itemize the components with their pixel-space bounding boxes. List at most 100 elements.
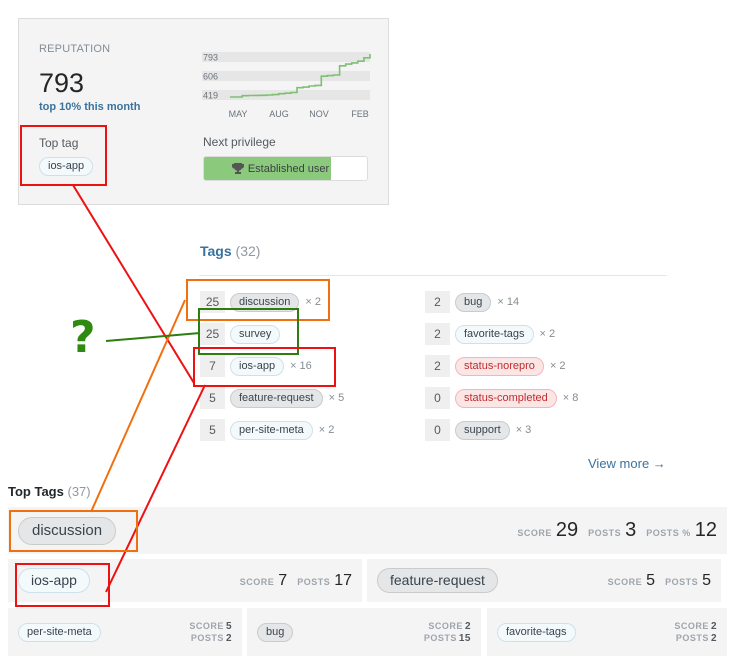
top-tag-pill[interactable]: ios-app: [18, 568, 90, 593]
tag-score: 25: [200, 291, 225, 313]
tag-score: 2: [425, 323, 450, 345]
tags-title-text: Tags: [200, 243, 232, 259]
tag-row: 2 status-norepro × 2: [425, 355, 566, 377]
tag-row: 5 per-site-meta × 2: [200, 419, 334, 441]
tags-section-title[interactable]: Tags (32): [200, 243, 260, 259]
tag-pill-per-site-meta[interactable]: per-site-meta: [230, 420, 313, 440]
tag-row: 5 feature-request × 5: [200, 387, 344, 409]
tag-pill-bug[interactable]: bug: [455, 292, 492, 312]
posts-label: POSTS: [665, 576, 699, 587]
score-stat: SCORE 2: [674, 621, 717, 632]
top-tag-pill[interactable]: ios-app: [39, 157, 94, 176]
top-tag-label: Top tag: [39, 136, 79, 150]
tag-pill-discussion[interactable]: discussion: [230, 292, 300, 312]
chart-x-tick: MAY: [229, 109, 248, 119]
score-value: 2: [464, 620, 471, 632]
tag-pill-status-completed[interactable]: status-completed: [455, 388, 557, 408]
chart-y-tick: 419: [203, 91, 218, 101]
top-tag-pill[interactable]: bug: [257, 622, 294, 642]
tag-score: 25: [200, 323, 225, 345]
posts-value: 15: [458, 632, 471, 644]
top-tags-count: (37): [67, 484, 91, 499]
top-tag-card-discussion: discussion SCORE 29 POSTS 3 POSTS % 12: [8, 507, 727, 554]
top-tag-pill[interactable]: per-site-meta: [18, 622, 101, 642]
reputation-rank[interactable]: top 10% this month: [39, 101, 140, 113]
score-value: 5: [646, 571, 656, 589]
next-privilege-label: Next privilege: [203, 135, 276, 149]
top-tag-card-feature-request: feature-request SCORE 5 POSTS 5: [367, 559, 721, 602]
posts-value: 17: [334, 571, 352, 589]
tag-pill-ios-app[interactable]: ios-app: [230, 356, 285, 376]
tag-score: 5: [200, 419, 225, 441]
reputation-value: 793: [39, 68, 85, 98]
score-label: SCORE: [189, 620, 224, 631]
privilege-progress-bar[interactable]: Established user: [203, 156, 368, 181]
posts-label: POSTS: [588, 528, 622, 538]
tag-post-count: × 8: [562, 392, 579, 404]
posts-label: POSTS: [190, 632, 224, 643]
tag-pill-favorite-tags[interactable]: favorite-tags: [455, 324, 534, 344]
tag-post-count: × 2: [318, 424, 335, 436]
score-label: SCORE: [607, 576, 643, 587]
tag-row: 0 status-completed × 8: [425, 387, 578, 409]
tag-score: 2: [425, 355, 450, 377]
tag-row: 25 survey: [200, 323, 281, 345]
tag-post-count: × 2: [549, 360, 566, 372]
tag-score: 2: [425, 291, 450, 313]
top-tags-title-text: Top Tags: [8, 484, 64, 499]
chart-y-tick: 606: [203, 72, 218, 82]
score-value: 29: [555, 519, 579, 541]
tag-post-count: × 16: [290, 360, 312, 372]
question-mark-annotation: ?: [70, 312, 96, 363]
score-value: 7: [278, 571, 288, 589]
score-label: SCORE: [428, 620, 463, 631]
top-tag-pill[interactable]: discussion: [18, 516, 117, 545]
tag-pill-status-norepro[interactable]: status-norepro: [455, 356, 544, 376]
tag-pill-feature-request[interactable]: feature-request: [230, 388, 323, 408]
top-tag-pill[interactable]: feature-request: [377, 568, 498, 593]
chart-y-tick: 793: [203, 53, 218, 63]
tag-post-count: × 2: [539, 328, 556, 340]
tags-divider: [199, 275, 667, 276]
next-privilege-name: Established user: [247, 162, 330, 175]
tag-score: 0: [425, 387, 450, 409]
trophy-icon: [231, 163, 244, 174]
tag-row: 2 bug × 14: [425, 291, 519, 313]
tags-count: (32): [235, 243, 261, 259]
top-tags-section-title: Top Tags (37): [8, 484, 91, 499]
tag-score: 7: [200, 355, 225, 377]
top-tag-card-per-site-meta: per-site-meta SCORE 5 POSTS 2: [8, 608, 242, 656]
orange-connector-line: [90, 299, 186, 513]
chart-gridband: [202, 90, 370, 100]
score-value: 5: [225, 620, 232, 632]
posts-label: POSTS: [675, 632, 709, 643]
chart-gridband: [202, 52, 370, 62]
posts-value: 2: [225, 632, 232, 644]
top-tag-card-ios-app: ios-app SCORE 7 POSTS 17: [8, 559, 362, 602]
tag-pill-survey[interactable]: survey: [230, 324, 281, 344]
posts-value: 2: [710, 632, 717, 644]
posts-value: 3: [625, 519, 637, 541]
chart-x-tick: NOV: [309, 109, 329, 119]
score-label: SCORE: [674, 620, 709, 631]
posts-percent-value: 12: [694, 519, 717, 541]
score-label: SCORE: [239, 576, 275, 587]
posts-stat: POSTS 2: [191, 633, 232, 644]
top-tag-card-favorite-tags: favorite-tags SCORE 2 POSTS 2: [487, 608, 727, 656]
reputation-card: REPUTATION 793 top 10% this month Top ta…: [18, 18, 389, 205]
top-tag-card-bug: bug SCORE 2 POSTS 15: [247, 608, 481, 656]
tag-post-count: × 2: [305, 296, 321, 308]
posts-stat: POSTS 2: [676, 633, 717, 644]
reputation-label: REPUTATION: [39, 43, 111, 55]
tag-score: 5: [200, 387, 225, 409]
chart-x-tick: AUG: [269, 109, 289, 119]
tag-row: 0 support × 3: [425, 419, 531, 441]
posts-stat: POSTS 15: [424, 633, 471, 644]
view-more-link[interactable]: View more →: [588, 456, 666, 471]
posts-label: POSTS: [423, 632, 457, 643]
top-tag-pill[interactable]: favorite-tags: [497, 622, 576, 642]
tag-pill-support[interactable]: support: [455, 420, 510, 440]
posts-value: 5: [702, 571, 711, 589]
chart-gridband: [202, 71, 370, 81]
score-stat: SCORE 2: [428, 621, 471, 632]
